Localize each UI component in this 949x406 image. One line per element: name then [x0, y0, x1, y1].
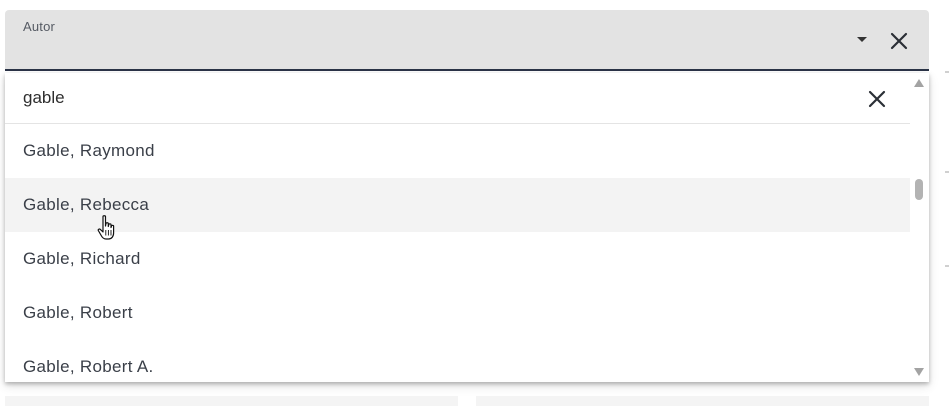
scrollbar-thumb[interactable] [915, 179, 923, 200]
close-icon[interactable] [887, 29, 911, 53]
background-edge [940, 0, 949, 406]
background-field-right [476, 396, 929, 406]
option-item-hovered[interactable]: Gable, Rebecca [5, 178, 910, 232]
author-dropdown-panel: Gable, Raymond Gable, Rebecca Gable, Ric… [5, 73, 929, 382]
author-select[interactable]: Autor [5, 10, 929, 71]
search-row [5, 73, 910, 124]
option-item[interactable]: Gable, Raymond [5, 124, 910, 178]
option-item[interactable]: Gable, Robert A. [5, 340, 910, 382]
search-input[interactable] [23, 85, 843, 111]
scrollbar[interactable] [910, 73, 929, 382]
clear-search-icon[interactable] [866, 88, 888, 110]
background-divider [945, 71, 949, 73]
background-divider [945, 265, 949, 267]
option-item[interactable]: Gable, Robert [5, 286, 910, 340]
page: Autor Gable, Raymond Gable, Rebecca Gabl… [0, 0, 949, 406]
options-list: Gable, Raymond Gable, Rebecca Gable, Ric… [5, 124, 910, 382]
background-field-left [5, 396, 458, 406]
triangle-down-icon[interactable] [914, 368, 924, 376]
background-divider [945, 171, 949, 173]
author-select-label: Autor [23, 19, 56, 34]
triangle-up-icon[interactable] [914, 79, 924, 87]
option-item[interactable]: Gable, Richard [5, 232, 910, 286]
caret-down-icon[interactable] [857, 37, 867, 42]
